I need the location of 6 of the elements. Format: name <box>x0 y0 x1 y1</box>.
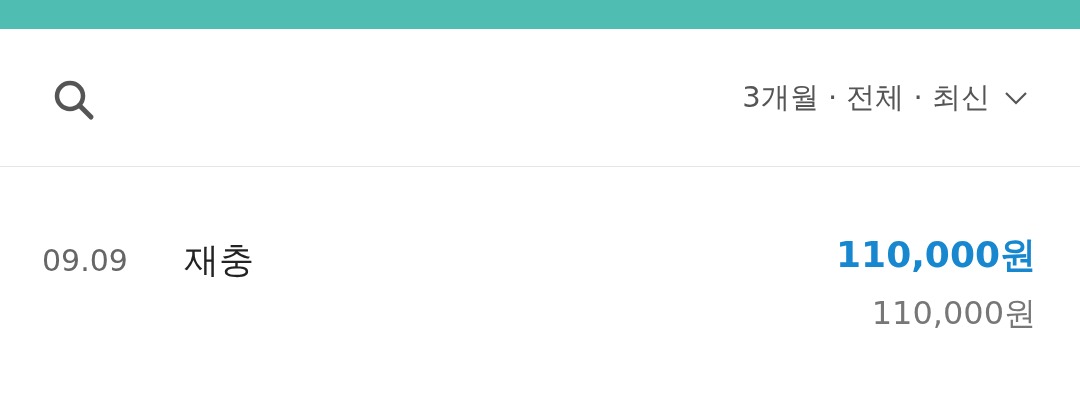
chevron-down-icon <box>1004 90 1028 105</box>
transaction-title: 재충 <box>184 239 255 282</box>
transaction-amount: 110,000원 <box>836 233 1036 277</box>
balance-amount: 110,000원 <box>871 293 1036 334</box>
transaction-date: 09.09 <box>42 243 129 278</box>
filter-dropdown[interactable]: 3개월 · 전체 · 최신 <box>742 77 1028 118</box>
